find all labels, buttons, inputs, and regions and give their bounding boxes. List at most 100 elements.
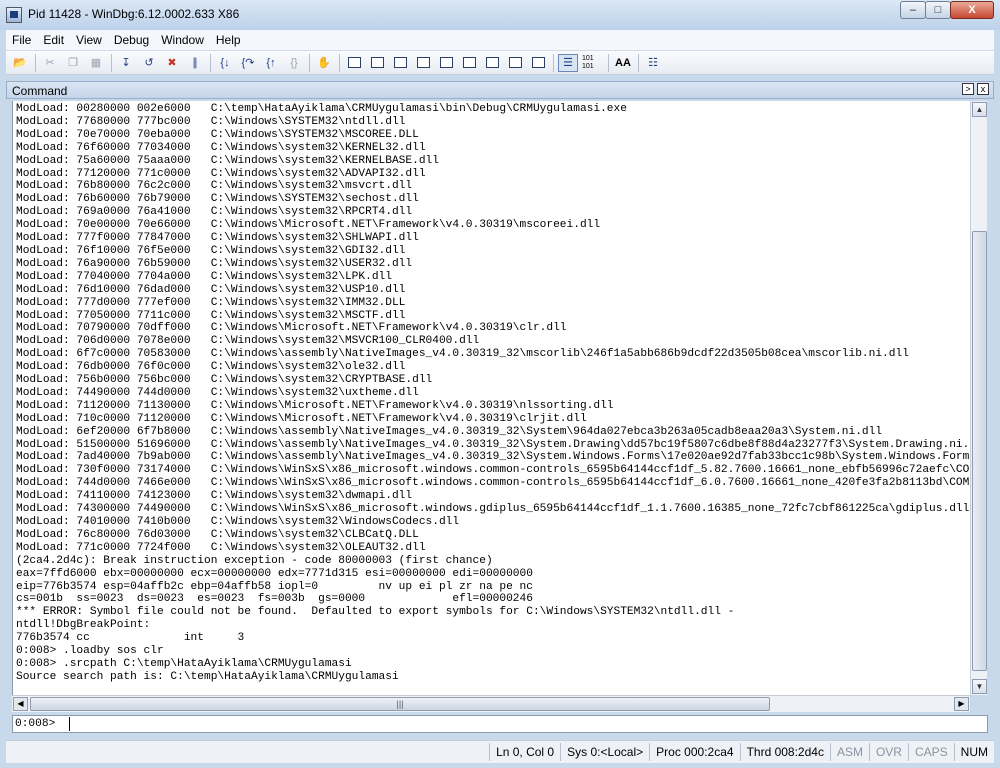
- output-line: ModLoad: 76f10000 76f5e000 C:\Windows\sy…: [16, 244, 406, 257]
- minimize-button[interactable]: –: [900, 1, 926, 19]
- output-line: ModLoad: 771c0000 7724f000 C:\Windows\sy…: [16, 541, 426, 554]
- output-line: ModLoad: 00280000 002e6000 C:\temp\HataA…: [16, 103, 627, 115]
- status-thrd: Thrd 008:2d4c: [739, 743, 830, 761]
- vertical-scroll-thumb[interactable]: [972, 231, 987, 671]
- output-line: ntdll!DbgBreakPoint:: [16, 619, 151, 632]
- status-sys: Sys 0:<Local>: [560, 743, 649, 761]
- output-line: ModLoad: 70790000 70dff000 C:\Windows\Mi…: [16, 322, 567, 335]
- output-line: ModLoad: 706d0000 7078e000 C:\Windows\sy…: [16, 335, 480, 348]
- command-panel-header: Command > x: [6, 81, 994, 99]
- run-to-cursor-icon[interactable]: {}: [284, 54, 304, 72]
- scroll-right-icon[interactable]: ▶: [954, 697, 969, 711]
- toolbar-separator: [553, 53, 554, 72]
- menu-help[interactable]: Help: [210, 30, 247, 50]
- scroll-down-icon[interactable]: ▼: [972, 679, 987, 694]
- toolbar-separator: [111, 53, 112, 72]
- hand-icon[interactable]: ✋: [314, 54, 334, 72]
- scroll-up-icon[interactable]: ▲: [972, 102, 987, 117]
- toolbar-separator: [309, 53, 310, 72]
- output-line: ModLoad: 76b60000 76b79000 C:\Windows\SY…: [16, 193, 419, 206]
- menu-view[interactable]: View: [70, 30, 108, 50]
- panel-close-icon[interactable]: x: [977, 83, 989, 95]
- status-bar: Ln 0, Col 0 Sys 0:<Local> Proc 000:2ca4 …: [6, 740, 994, 763]
- scroll-left-icon[interactable]: ◀: [13, 697, 28, 711]
- memory-icon[interactable]: [436, 54, 456, 72]
- output-line: ModLoad: 77680000 777bc000 C:\Windows\SY…: [16, 115, 406, 128]
- output-line: 0:008> .loadby sos clr: [16, 645, 164, 658]
- toolbar-separator: [210, 53, 211, 72]
- close-button[interactable]: X: [950, 1, 994, 19]
- app-icon: [6, 7, 22, 23]
- toolbar-separator: [608, 53, 609, 72]
- go-icon[interactable]: ↧: [116, 54, 136, 72]
- toolbar-separator: [35, 53, 36, 72]
- output-line: cs=001b ss=0023 ds=0023 es=0023 fs=003b …: [16, 593, 533, 606]
- output-line: ModLoad: 74010000 7410b000 C:\Windows\sy…: [16, 516, 460, 528]
- output-line: ModLoad: 74300000 74490000 C:\Windows\Wi…: [16, 503, 970, 516]
- panel-title: Command: [12, 84, 68, 98]
- output-line: ModLoad: 76b80000 76c2c000 C:\Windows\sy…: [16, 180, 413, 193]
- menu-bar: File Edit View Debug Window Help: [6, 30, 994, 51]
- output-line: ModLoad: 6f7c0000 70583000 C:\Windows\as…: [16, 348, 909, 361]
- command-input[interactable]: [69, 717, 970, 731]
- horizontal-scroll-thumb[interactable]: |||: [30, 697, 770, 711]
- command-window-icon[interactable]: [344, 54, 364, 72]
- status-proc: Proc 000:2ca4: [649, 743, 739, 761]
- output-line: ModLoad: 730f0000 73174000 C:\Windows\Wi…: [16, 464, 971, 477]
- call-stack-icon[interactable]: [459, 54, 479, 72]
- vertical-scrollbar[interactable]: ▲ ▼: [970, 101, 987, 695]
- maximize-button[interactable]: □: [925, 1, 951, 19]
- step-out-icon[interactable]: {↑: [261, 54, 281, 72]
- stop-debugging-icon[interactable]: ✖: [162, 54, 182, 72]
- output-line: (2ca4.2d4c): Break instruction exception…: [16, 554, 493, 567]
- output-line: ModLoad: 74110000 74123000 C:\Windows\sy…: [16, 490, 413, 503]
- command-input-row: 0:008>: [12, 715, 988, 733]
- open-icon[interactable]: 📂: [10, 54, 30, 72]
- output-line: *** ERROR: Symbol file could not be foun…: [16, 606, 735, 619]
- status-num: NUM: [953, 743, 994, 761]
- windbg-window: Pid 11428 - WinDbg:6.12.0002.633 X86 – □…: [0, 0, 1000, 768]
- panel-controls: > x: [959, 83, 989, 95]
- title-bar[interactable]: Pid 11428 - WinDbg:6.12.0002.633 X86 – □…: [0, 0, 1000, 30]
- toolbar-separator: [638, 53, 639, 72]
- menu-file[interactable]: File: [6, 30, 37, 50]
- scratch-pad-icon[interactable]: [505, 54, 525, 72]
- font-icon[interactable]: AA: [613, 54, 633, 72]
- disassembly-icon[interactable]: [482, 54, 502, 72]
- horizontal-scrollbar[interactable]: ◀ ||| ▶: [12, 695, 970, 712]
- toolbar-separator: [339, 53, 340, 72]
- registers-icon[interactable]: [413, 54, 433, 72]
- watch-icon[interactable]: [367, 54, 387, 72]
- output-line: ModLoad: 769a0000 76a41000 C:\Windows\sy…: [16, 206, 413, 219]
- output-line: ModLoad: 77120000 771c0000 C:\Windows\sy…: [16, 167, 426, 180]
- locals-icon[interactable]: [390, 54, 410, 72]
- output-line: ModLoad: 70e00000 70e66000 C:\Windows\Mi…: [16, 219, 601, 232]
- paste-icon[interactable]: ▦: [86, 54, 106, 72]
- processes-icon[interactable]: [528, 54, 548, 72]
- output-line: eax=7ffd6000 ebx=00000000 ecx=00000000 e…: [16, 567, 533, 580]
- status-asm: ASM: [829, 743, 869, 761]
- output-line: ModLoad: 76d10000 76dad000 C:\Windows\sy…: [16, 283, 406, 296]
- copy-icon[interactable]: ❐: [63, 54, 83, 72]
- window-title: Pid 11428 - WinDbg:6.12.0002.633 X86: [28, 7, 240, 21]
- output-line: ModLoad: 777f0000 77847000 C:\Windows\sy…: [16, 232, 419, 245]
- source-mode-icon[interactable]: ☰: [558, 53, 578, 72]
- step-over-icon[interactable]: {↷: [238, 54, 258, 72]
- output-line: ModLoad: 74490000 744d0000 C:\Windows\sy…: [16, 386, 419, 399]
- cut-icon[interactable]: ✂: [40, 54, 60, 72]
- break-icon[interactable]: ∥: [185, 54, 205, 72]
- toolbar: 📂 ✂ ❐ ▦ ↧ ↺ ✖ ∥ {↓ {↷ {↑ {} ✋ ☰ 101 101 …: [6, 51, 994, 75]
- menu-window[interactable]: Window: [155, 30, 210, 50]
- dock-icon[interactable]: >: [962, 83, 974, 95]
- menu-edit[interactable]: Edit: [37, 30, 70, 50]
- output-line: eip=776b3574 esp=04affb2c ebp=04affb58 i…: [16, 580, 533, 593]
- restart-icon[interactable]: ↺: [139, 54, 159, 72]
- options-icon[interactable]: ☷: [643, 54, 663, 72]
- step-into-icon[interactable]: {↓: [215, 54, 235, 72]
- status-ovr: OVR: [868, 743, 908, 761]
- hex-icon[interactable]: 101 101: [581, 54, 603, 72]
- status-fields: Ln 0, Col 0 Sys 0:<Local> Proc 000:2ca4 …: [489, 743, 994, 761]
- menu-debug[interactable]: Debug: [108, 30, 155, 50]
- command-output[interactable]: ModLoad: 00280000 002e6000 C:\temp\HataA…: [12, 101, 971, 695]
- output-line: ModLoad: 77050000 7711c000 C:\Windows\sy…: [16, 309, 406, 322]
